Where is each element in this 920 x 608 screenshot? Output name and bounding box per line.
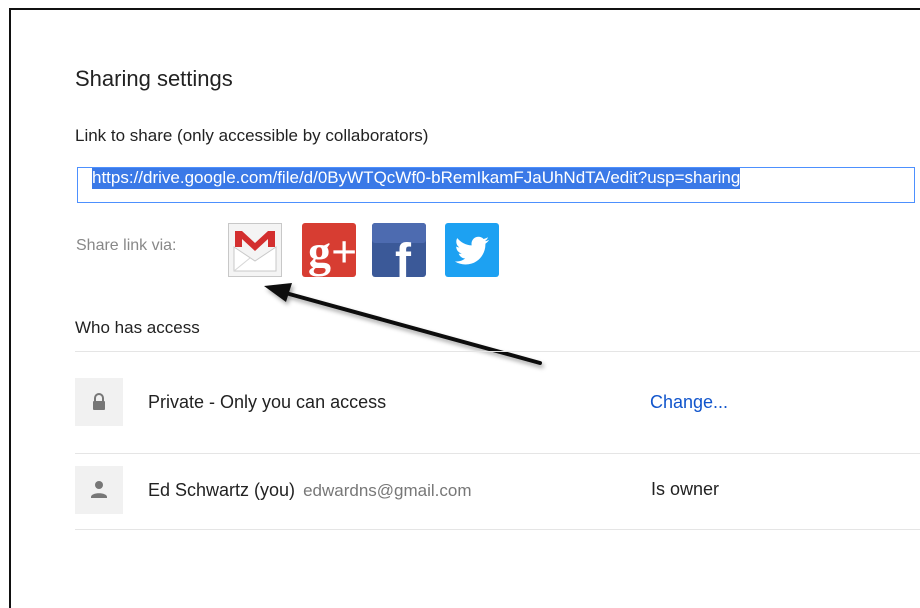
who-has-access-heading: Who has access <box>75 318 200 337</box>
lock-icon-box <box>75 378 123 426</box>
visibility-label: Private - Only you can access <box>148 392 387 412</box>
annotation-arrow <box>264 283 542 365</box>
person-icon <box>91 481 107 498</box>
change-visibility-link[interactable]: Change... <box>650 392 728 413</box>
owner-name: Ed Schwartz (you) <box>148 480 296 500</box>
person-icon-box <box>75 466 123 514</box>
divider <box>75 529 920 530</box>
owner-entry: Ed Schwartz (you) edwardns@gmail.com <box>148 480 472 501</box>
owner-email: edwardns@gmail.com <box>303 481 472 500</box>
divider <box>75 351 920 352</box>
owner-role: Is owner <box>651 479 720 499</box>
divider <box>75 453 920 454</box>
lock-icon <box>93 393 105 410</box>
